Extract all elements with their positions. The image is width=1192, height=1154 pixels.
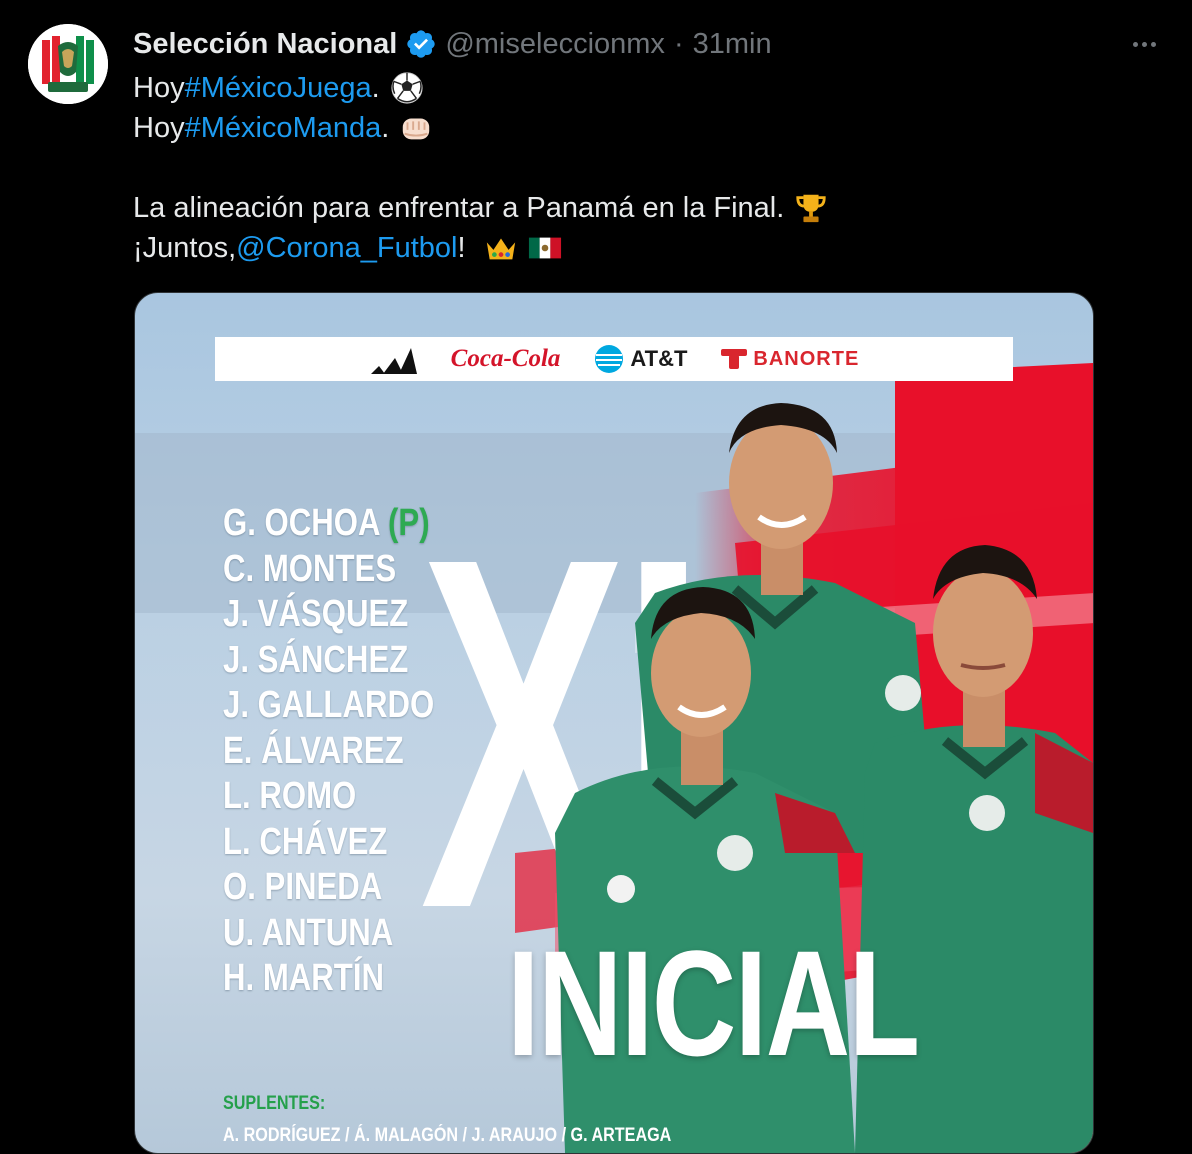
separator-dot: · bbox=[673, 27, 684, 60]
inicial-title: INICIAL bbox=[507, 919, 920, 1087]
text-segment: ! bbox=[457, 232, 466, 264]
tweet-line: ¡Juntos, @Corona_Futbol ! bbox=[133, 228, 1133, 268]
verified-badge-icon bbox=[407, 30, 435, 58]
text-segment: . bbox=[381, 112, 390, 144]
timestamp[interactable]: 31min bbox=[693, 28, 772, 61]
soccer-ball-icon bbox=[391, 72, 423, 104]
player-name: L. CHÁVEZ bbox=[223, 820, 388, 863]
trophy-icon bbox=[796, 194, 826, 223]
text-segment: Hoy bbox=[133, 72, 185, 104]
avatar[interactable] bbox=[28, 24, 108, 104]
sponsor-label: BANORTE bbox=[753, 347, 860, 370]
substitutes-names: A. RODRÍGUEZ / Á. MALAGÓN / J. ARAUJO / … bbox=[223, 1125, 672, 1146]
crown-icon bbox=[486, 238, 515, 260]
fist-icon bbox=[403, 118, 430, 140]
player-name: E. ÁLVAREZ bbox=[223, 729, 404, 772]
player-name: L. ROMO bbox=[223, 775, 357, 817]
player-name: J. SÁNCHEZ bbox=[223, 638, 409, 681]
player-name-text: G. OCHOA bbox=[223, 502, 380, 544]
author-name[interactable]: Selección Nacional bbox=[133, 28, 397, 61]
captain-marker: (P) bbox=[388, 502, 430, 544]
sponsor-bar: Coca-Cola AT&T BANORTE bbox=[215, 337, 1013, 381]
text-segment: Hoy bbox=[133, 112, 185, 144]
tweet-line: Hoy #MéxicoManda . bbox=[133, 108, 1133, 148]
player-name: O. PINEDA bbox=[223, 866, 383, 908]
mention-link[interactable]: @Corona_Futbol bbox=[236, 228, 457, 268]
sponsor-coca-cola: Coca-Cola bbox=[451, 345, 561, 373]
more-dot-icon bbox=[1132, 41, 1138, 47]
tweet-line: La alineación para enfrentar a Panamá en… bbox=[133, 188, 1133, 228]
text-segment: La alineación para enfrentar a Panamá en… bbox=[133, 192, 785, 224]
hashtag-link[interactable]: #MéxicoManda bbox=[185, 108, 382, 148]
text-segment: . bbox=[371, 72, 380, 104]
player-name: J. VÁSQUEZ bbox=[223, 593, 409, 635]
sponsor-att: AT&T bbox=[594, 344, 687, 374]
sponsor-label: AT&T bbox=[630, 346, 688, 371]
player-name: H. MARTÍN bbox=[223, 957, 384, 999]
more-dot-icon bbox=[1150, 41, 1156, 47]
tweet-line: Hoy #MéxicoJuega . bbox=[133, 68, 1133, 108]
player-name: U. ANTUNA bbox=[223, 911, 394, 954]
mexico-flag-icon bbox=[528, 237, 561, 259]
text-segment: ¡Juntos, bbox=[133, 232, 237, 264]
mexico-federation-logo-icon bbox=[28, 24, 108, 104]
author-handle[interactable]: @miseleccionmx bbox=[445, 28, 665, 61]
more-dot-icon bbox=[1141, 41, 1147, 47]
tweet-media-image[interactable]: XI Coca-Cola AT&T BANORTE G. OCHOA (P) C… bbox=[134, 292, 1094, 1154]
banorte-logo-icon bbox=[721, 349, 748, 369]
hashtag-link[interactable]: #MéxicoJuega bbox=[185, 68, 372, 108]
att-globe-icon bbox=[595, 345, 624, 373]
substitutes-label: SUPLENTES: bbox=[223, 1093, 326, 1114]
lineup-list: G. OCHOA (P) C. MONTES J. VÁSQUEZ J. SÁN… bbox=[223, 501, 483, 1002]
sponsor-banorte: BANORTE bbox=[721, 348, 859, 371]
player-name: C. MONTES bbox=[223, 547, 397, 590]
player-name: J. GALLARDO bbox=[223, 684, 435, 726]
more-options-button[interactable] bbox=[1124, 26, 1164, 62]
tweet-text: Hoy #MéxicoJuega . Hoy #MéxicoManda . La… bbox=[133, 68, 1133, 268]
adidas-logo-icon bbox=[370, 348, 417, 374]
tweet-header: Selección Nacional @miseleccionmx · 31mi… bbox=[133, 24, 772, 64]
sponsor-label: Coca-Cola bbox=[450, 345, 561, 372]
player-name: G. OCHOA (P) bbox=[223, 501, 436, 547]
sponsor-adidas bbox=[369, 344, 417, 374]
